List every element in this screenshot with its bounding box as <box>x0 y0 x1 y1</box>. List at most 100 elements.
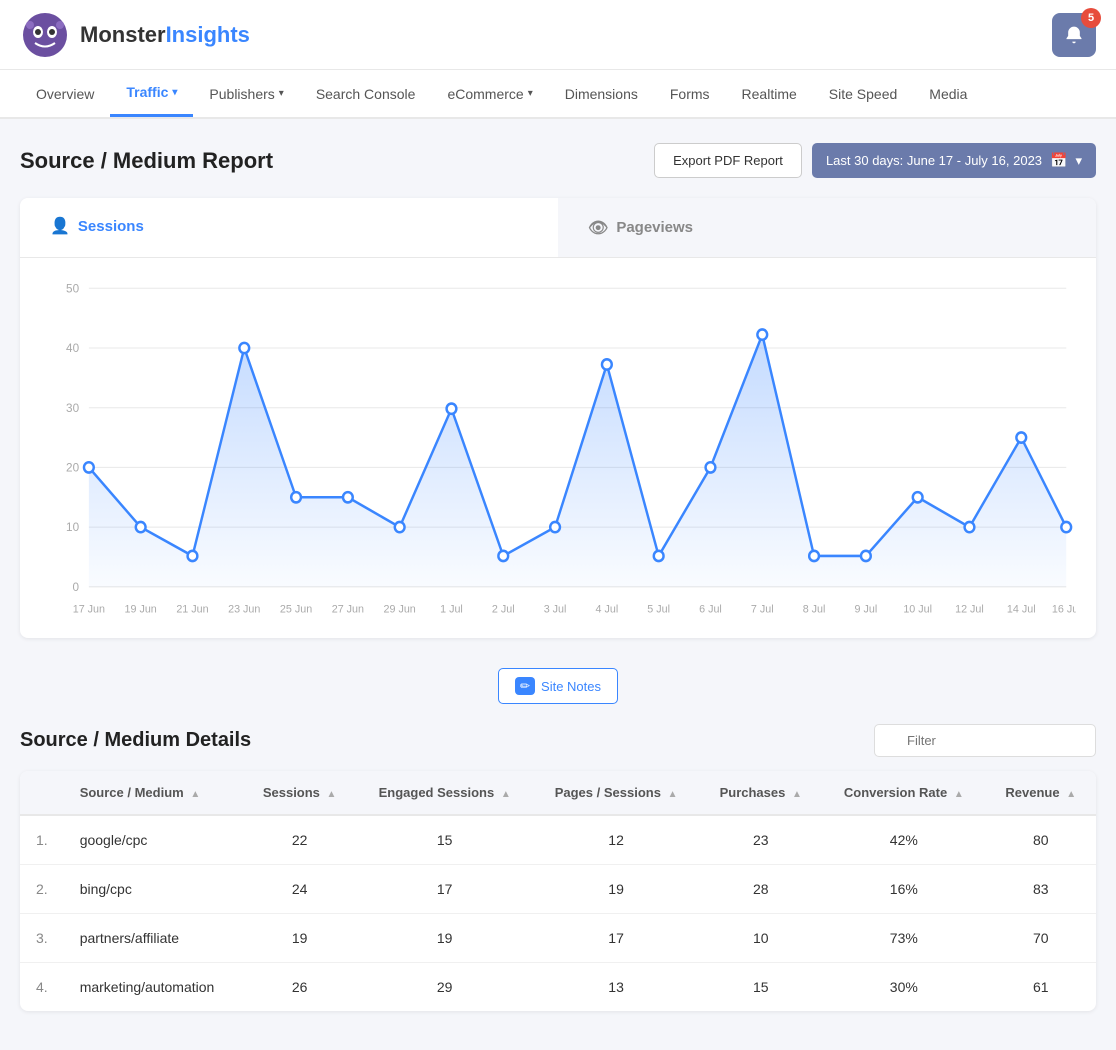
cell-sessions: 22 <box>243 815 357 865</box>
details-title: Source / Medium Details <box>20 729 251 752</box>
chevron-down-icon: ▾ <box>172 87 177 98</box>
svg-text:12 Jul: 12 Jul <box>955 603 984 615</box>
cell-conversion: 42% <box>822 815 985 865</box>
cell-revenue: 70 <box>985 914 1096 963</box>
svg-text:25 Jun: 25 Jun <box>280 603 312 615</box>
filter-wrap: 🔍 <box>874 724 1096 757</box>
cell-pages: 12 <box>533 815 699 865</box>
logo: MonsterInsights <box>20 10 250 60</box>
svg-text:4 Jul: 4 Jul <box>596 603 619 615</box>
bell-icon <box>1064 25 1084 45</box>
chevron-down-icon: ▾ <box>1075 153 1082 169</box>
sort-icon: ▲ <box>668 789 678 800</box>
col-sessions[interactable]: Sessions ▲ <box>243 771 357 815</box>
cell-pages: 19 <box>533 865 699 914</box>
chevron-down-icon: ▾ <box>528 88 533 99</box>
chart-area: 50 40 30 20 10 0 <box>20 258 1096 638</box>
notification-area: 5 <box>1052 13 1096 57</box>
svg-text:29 Jun: 29 Jun <box>384 603 416 615</box>
svg-text:10: 10 <box>66 520 79 534</box>
header: MonsterInsights 5 <box>0 0 1116 70</box>
sort-icon: ▲ <box>792 789 802 800</box>
cell-engaged: 15 <box>356 815 532 865</box>
row-index: 1. <box>20 815 64 865</box>
filter-input[interactable] <box>874 724 1096 757</box>
cell-conversion: 16% <box>822 865 985 914</box>
nav-site-speed[interactable]: Site Speed <box>813 72 914 116</box>
site-notes-button[interactable]: ✏ Site Notes <box>498 668 618 704</box>
svg-text:14 Jul: 14 Jul <box>1007 603 1036 615</box>
svg-text:27 Jun: 27 Jun <box>332 603 364 615</box>
col-engaged[interactable]: Engaged Sessions ▲ <box>356 771 532 815</box>
nav-traffic[interactable]: Traffic ▾ <box>110 70 193 117</box>
col-revenue[interactable]: Revenue ▲ <box>985 771 1096 815</box>
table-header-row: Source / Medium ▲ Sessions ▲ Engaged Ses… <box>20 771 1096 815</box>
svg-text:50: 50 <box>66 281 79 295</box>
date-range-label: Last 30 days: June 17 - July 16, 2023 <box>826 153 1042 168</box>
nav-publishers[interactable]: Publishers ▾ <box>193 72 299 116</box>
svg-text:20: 20 <box>66 460 79 474</box>
table-card: Source / Medium ▲ Sessions ▲ Engaged Ses… <box>20 771 1096 1011</box>
logo-insights: Insights <box>166 22 250 47</box>
svg-text:10 Jul: 10 Jul <box>903 603 932 615</box>
logo-text: MonsterInsights <box>80 22 250 48</box>
chevron-down-icon: ▾ <box>279 88 284 99</box>
svg-text:16 Jul: 16 Jul <box>1052 603 1076 615</box>
svg-text:7 Jul: 7 Jul <box>751 603 774 615</box>
cell-purchases: 10 <box>699 914 822 963</box>
cell-source: marketing/automation <box>64 963 243 1012</box>
cell-engaged: 17 <box>356 865 532 914</box>
sort-icon: ▲ <box>954 789 964 800</box>
col-source-medium[interactable]: Source / Medium ▲ <box>64 771 243 815</box>
cell-purchases: 15 <box>699 963 822 1012</box>
svg-text:1 Jul: 1 Jul <box>440 603 463 615</box>
nav-realtime[interactable]: Realtime <box>726 72 813 116</box>
table-row: 2. bing/cpc 24 17 19 28 16% 83 <box>20 865 1096 914</box>
cell-sessions: 26 <box>243 963 357 1012</box>
page-header: Source / Medium Report Export PDF Report… <box>20 143 1096 178</box>
svg-text:17 Jun: 17 Jun <box>73 603 105 615</box>
cell-source: google/cpc <box>64 815 243 865</box>
cell-sessions: 24 <box>243 865 357 914</box>
tab-sessions-label: Sessions <box>78 218 144 235</box>
table-row: 1. google/cpc 22 15 12 23 42% 80 <box>20 815 1096 865</box>
tab-pageviews[interactable]: 👁 Pageviews <box>558 198 1096 257</box>
nav-ecommerce[interactable]: eCommerce ▾ <box>431 72 548 116</box>
svg-text:2 Jul: 2 Jul <box>492 603 515 615</box>
calendar-icon: 📅 <box>1050 152 1067 169</box>
cell-revenue: 83 <box>985 865 1096 914</box>
nav-forms[interactable]: Forms <box>654 72 726 116</box>
svg-text:19 Jun: 19 Jun <box>125 603 157 615</box>
cell-purchases: 23 <box>699 815 822 865</box>
logo-icon <box>20 10 70 60</box>
person-icon: 👤 <box>50 216 70 236</box>
navigation: Overview Traffic ▾ Publishers ▾ Search C… <box>0 70 1116 119</box>
svg-text:30: 30 <box>66 401 79 415</box>
sort-icon: ▲ <box>1066 789 1076 800</box>
date-range-button[interactable]: Last 30 days: June 17 - July 16, 2023 📅 … <box>812 143 1096 178</box>
chart-card: 👤 Sessions 👁 Pageviews 50 40 30 20 <box>20 198 1096 638</box>
main-content: Source / Medium Report Export PDF Report… <box>0 119 1116 1035</box>
svg-text:6 Jul: 6 Jul <box>699 603 722 615</box>
nav-search-console[interactable]: Search Console <box>300 72 432 116</box>
export-pdf-button[interactable]: Export PDF Report <box>654 143 802 178</box>
col-conversion[interactable]: Conversion Rate ▲ <box>822 771 985 815</box>
row-index: 2. <box>20 865 64 914</box>
svg-text:3 Jul: 3 Jul <box>544 603 567 615</box>
col-pages[interactable]: Pages / Sessions ▲ <box>533 771 699 815</box>
sort-icon: ▲ <box>327 789 337 800</box>
cell-purchases: 28 <box>699 865 822 914</box>
nav-overview[interactable]: Overview <box>20 72 110 116</box>
table-row: 3. partners/affiliate 19 19 17 10 73% 70 <box>20 914 1096 963</box>
nav-media[interactable]: Media <box>913 72 983 116</box>
svg-text:23 Jun: 23 Jun <box>228 603 260 615</box>
nav-dimensions[interactable]: Dimensions <box>549 72 654 116</box>
details-header: Source / Medium Details 🔍 <box>20 724 1096 757</box>
cell-pages: 17 <box>533 914 699 963</box>
data-table: Source / Medium ▲ Sessions ▲ Engaged Ses… <box>20 771 1096 1011</box>
tab-sessions[interactable]: 👤 Sessions <box>20 198 558 257</box>
cell-revenue: 61 <box>985 963 1096 1012</box>
site-notes-row: ✏ Site Notes <box>20 658 1096 724</box>
notification-badge: 5 <box>1081 8 1101 28</box>
col-purchases[interactable]: Purchases ▲ <box>699 771 822 815</box>
